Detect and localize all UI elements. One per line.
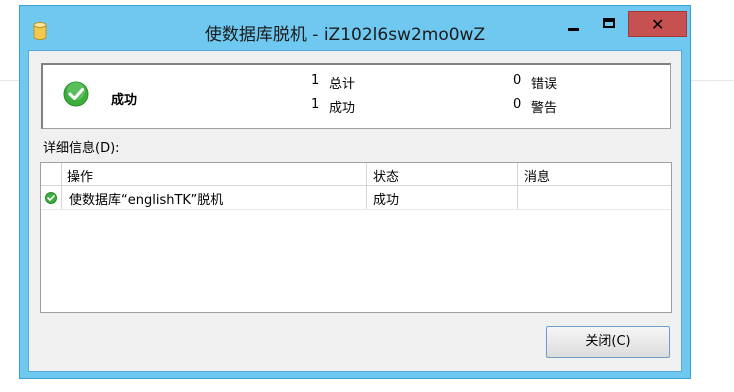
grid-header: 操作 状态 消息	[41, 163, 671, 186]
maximize-button[interactable]	[593, 11, 626, 37]
detach-database-dialog: 使数据库脱机 - iZ102l6sw2mo0wZ ✕ 成功 1 总计 1 成功 …	[19, 5, 691, 379]
warning-label: 警告	[531, 101, 558, 116]
close-button[interactable]: 关闭(C)	[546, 326, 670, 358]
column-header-action[interactable]: 操作	[67, 166, 93, 185]
success-count: 1	[311, 97, 320, 112]
maximize-icon	[603, 18, 615, 28]
total-count: 1	[311, 73, 320, 88]
column-divider	[366, 186, 367, 209]
column-divider	[517, 163, 518, 185]
warning-count: 0	[513, 97, 522, 112]
summary-panel: 成功 1 总计 1 成功 0 错误 0 警告	[41, 63, 671, 129]
minimize-button[interactable]	[557, 11, 590, 37]
details-grid[interactable]: 操作 状态 消息 使数据库“englishTK”脱机 成功	[40, 162, 672, 313]
summary-status: 成功	[111, 93, 138, 108]
table-row[interactable]: 使数据库“englishTK”脱机 成功	[41, 186, 671, 210]
dialog-client-area: 成功 1 总计 1 成功 0 错误 0 警告 详细信息(D): 操作 状态 消息	[28, 50, 682, 372]
column-header-status[interactable]: 状态	[373, 166, 399, 185]
success-check-icon	[63, 81, 89, 107]
total-label: 总计	[329, 77, 356, 92]
minimize-icon	[568, 28, 579, 31]
column-divider	[517, 186, 518, 209]
title-bar[interactable]: 使数据库脱机 - iZ102l6sw2mo0wZ ✕	[20, 6, 690, 50]
column-divider	[61, 163, 62, 185]
row-action: 使数据库“englishTK”脱机	[69, 193, 224, 208]
success-label: 成功	[329, 101, 356, 116]
column-divider	[61, 186, 62, 209]
error-label: 错误	[531, 77, 558, 92]
success-check-icon	[45, 192, 57, 204]
window-title: 使数据库脱机 - iZ102l6sw2mo0wZ	[204, 25, 486, 45]
row-status: 成功	[373, 193, 400, 208]
column-header-message[interactable]: 消息	[524, 166, 550, 185]
column-divider	[366, 163, 367, 185]
error-count: 0	[513, 73, 522, 88]
details-label: 详细信息(D):	[43, 141, 120, 156]
close-window-button[interactable]: ✕	[628, 11, 687, 37]
database-icon	[33, 22, 47, 40]
close-icon: ✕	[651, 15, 665, 34]
